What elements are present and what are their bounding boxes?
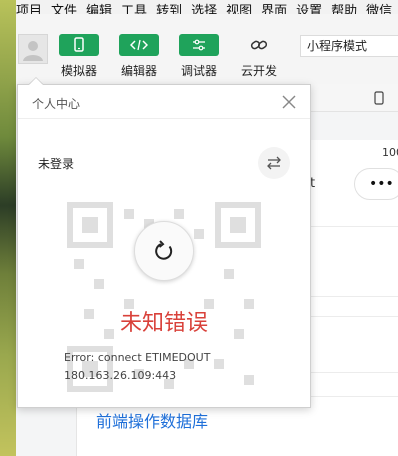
device-phone-icon[interactable] (374, 91, 384, 105)
simulator-label: 模拟器 (60, 64, 97, 78)
capsule-menu-button[interactable]: ••• (354, 168, 398, 200)
debugger-label: 调试器 (180, 64, 217, 78)
menu-item-goto[interactable]: 转到 (156, 5, 182, 15)
editor-button[interactable] (119, 34, 159, 56)
divider (310, 226, 398, 227)
menu-item-settings[interactable]: 设置 (296, 5, 322, 15)
editor-label: 编辑器 (120, 64, 157, 78)
menu-item-file[interactable]: 文件 (51, 5, 77, 15)
menu-bar: 项目 文件 编辑 工具 转到 选择 视图 界面 设置 帮助 微信 (16, 0, 398, 14)
avatar[interactable] (18, 34, 48, 64)
phone-icon (74, 37, 84, 52)
debug-icon (193, 39, 205, 51)
menu-item-interface[interactable]: 界面 (261, 5, 287, 15)
switch-account-button[interactable] (258, 147, 290, 179)
popup-arrow-inner (29, 78, 43, 85)
simulator-button[interactable] (59, 34, 99, 56)
menu-item-wechat[interactable]: 微信 (366, 5, 392, 15)
login-status: 未登录 (38, 157, 75, 171)
zoom-level: 100 (382, 146, 398, 159)
popup-title: 个人中心 (32, 97, 81, 111)
error-line: Error: connect ETIMEDOUT (64, 351, 211, 364)
qr-code-area: 未知错误 Error: connect ETIMEDOUT 180.163.26… (64, 199, 264, 395)
user-icon (23, 41, 43, 61)
menu-item-project[interactable]: 项目 (16, 5, 42, 15)
menu-item-tools[interactable]: 工具 (121, 5, 147, 15)
divider (310, 316, 398, 317)
error-line: 180.163.26.109:443 (64, 369, 177, 382)
toolbar: 模拟器 编辑器 调试器 云开发 小程序模式 (16, 14, 398, 84)
menu-item-help[interactable]: 帮助 (331, 5, 357, 15)
menu-item-edit[interactable]: 编辑 (86, 5, 112, 15)
divider (310, 296, 398, 297)
menu-item-select[interactable]: 选择 (191, 5, 217, 15)
link-icon (250, 40, 268, 50)
cloud-dev-label: 云开发 (240, 64, 277, 78)
debugger-button[interactable] (179, 34, 219, 56)
cloud-dev-button[interactable] (239, 34, 279, 56)
close-icon (282, 95, 296, 109)
error-message: Error: connect ETIMEDOUT 180.163.26.109:… (64, 349, 264, 385)
error-title: 未知错误 (119, 311, 208, 336)
db-operation-link[interactable]: 前端操作数据库 (96, 408, 208, 432)
divider (310, 372, 398, 373)
popup-header: 个人中心 (18, 85, 310, 119)
desktop-wallpaper (0, 0, 16, 456)
refresh-icon (155, 240, 173, 260)
mode-select[interactable]: 小程序模式 (300, 35, 398, 57)
menu-item-view[interactable]: 视图 (226, 5, 252, 15)
refresh-button[interactable] (134, 221, 194, 281)
device-bar (310, 84, 398, 112)
close-button[interactable] (280, 93, 298, 111)
code-icon (130, 39, 148, 51)
switch-icon (267, 156, 281, 170)
personal-center-popup: 个人中心 未登录 未知错误 Error: connect ETIMEDOUT 1… (17, 84, 311, 408)
